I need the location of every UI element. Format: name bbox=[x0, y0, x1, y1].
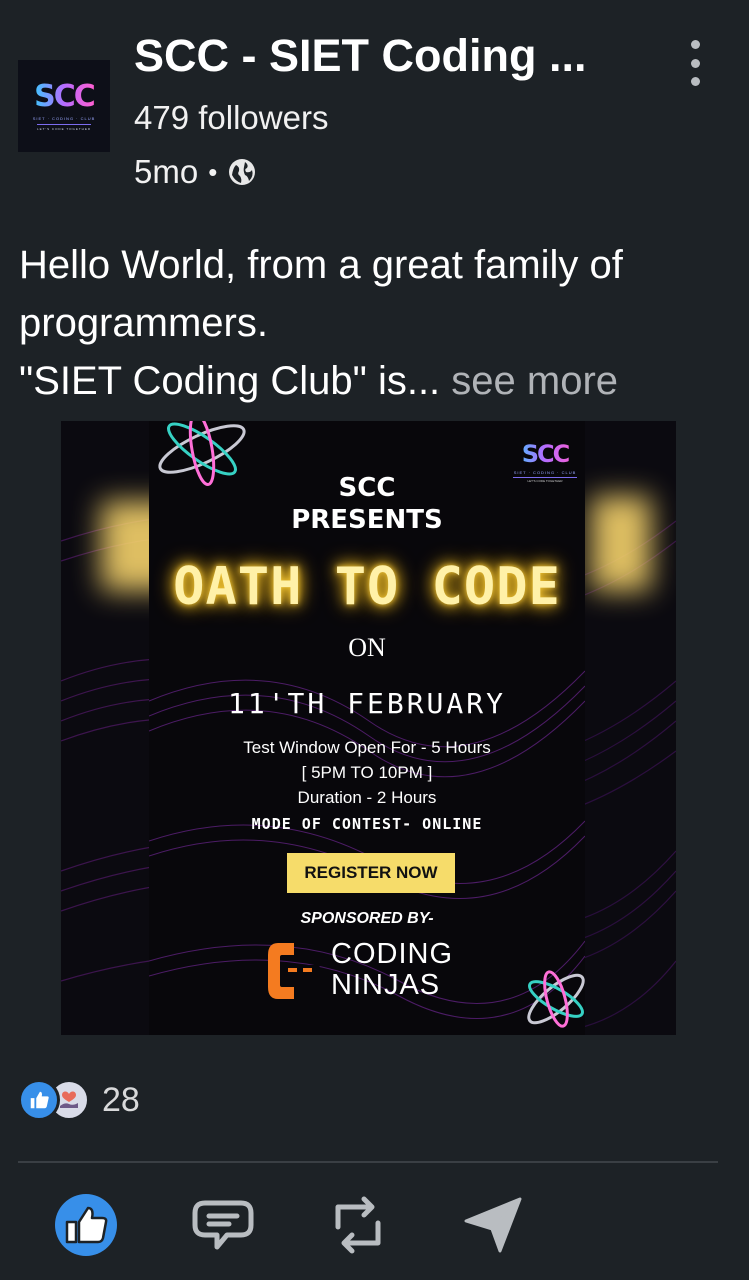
repost-icon bbox=[335, 1196, 381, 1254]
poster-line-scc: SCC bbox=[338, 473, 396, 503]
post-text-line: Hello World, from a great family of bbox=[19, 243, 623, 287]
sponsor-name-line: NINJAS bbox=[331, 969, 441, 1001]
post-time: 5mo bbox=[134, 153, 199, 190]
post-text-last-line: "SIET Coding Club" is... see more bbox=[19, 352, 731, 410]
poster-line-presents: PRESENTS bbox=[291, 505, 443, 535]
poster-hours: [ 5PM TO 10PM ] bbox=[301, 763, 433, 782]
logo-tagline: LET'S CODE TOGETHER bbox=[37, 123, 91, 131]
like-reaction-icon bbox=[18, 1079, 60, 1121]
poster-on: ON bbox=[348, 633, 386, 662]
meta-separator: • bbox=[208, 157, 218, 187]
poster-logo-mark: SCC bbox=[513, 441, 577, 467]
thumbs-up-icon bbox=[55, 1194, 117, 1256]
poster-test-window: Test Window Open For - 5 Hours bbox=[243, 738, 491, 757]
poster-deco-bottom bbox=[527, 970, 585, 1028]
poster-register-button: REGISTER NOW bbox=[287, 853, 455, 893]
linkedin-post: SCC SIET · CODING · CLUB LET'S CODE TOGE… bbox=[0, 0, 749, 1280]
sponsor-name-line: CODING bbox=[331, 938, 453, 970]
reaction-count: 28 bbox=[102, 1080, 140, 1119]
follower-count: 479 followers bbox=[134, 99, 329, 136]
logo-subtitle: SIET · CODING · CLUB bbox=[32, 115, 96, 121]
send-button[interactable] bbox=[458, 1190, 528, 1260]
post-text-line: programmers. bbox=[19, 301, 268, 345]
see-more-link[interactable]: see more bbox=[440, 359, 618, 403]
poster-date: 11'TH FEBRUARY bbox=[227, 687, 506, 720]
logo-mark: SCC bbox=[34, 78, 96, 114]
coding-ninjas-logo-icon bbox=[268, 943, 320, 999]
organization-avatar[interactable]: SCC SIET · CODING · CLUB LET'S CODE TOGE… bbox=[18, 60, 110, 152]
post-text-line: "SIET Coding Club" is... bbox=[19, 359, 441, 403]
repost-button[interactable] bbox=[323, 1190, 393, 1260]
poster-duration: Duration - 2 Hours bbox=[297, 788, 437, 807]
poster-sponsored-by: SPONSORED BY- bbox=[300, 910, 434, 927]
send-icon bbox=[464, 1197, 522, 1253]
poster-mode: MODE OF CONTEST- ONLINE bbox=[251, 815, 483, 833]
comment-icon bbox=[192, 1200, 254, 1250]
poster-glow-right bbox=[591, 496, 651, 591]
more-vertical-icon[interactable] bbox=[683, 40, 707, 86]
post-action-bar bbox=[0, 1180, 749, 1270]
reactions-summary[interactable]: 28 bbox=[18, 1076, 140, 1124]
poster-title: OATH TO CODE bbox=[173, 557, 561, 617]
post-body: Hello World, from a great family of prog… bbox=[19, 236, 731, 410]
post-image[interactable]: SCC SIET · CODING · CLUB LET'S CODE TOGE… bbox=[61, 421, 676, 1035]
organization-name[interactable]: SCC - SIET Coding ... bbox=[134, 28, 654, 84]
sponsor-name: CODING NINJAS bbox=[331, 939, 453, 1001]
divider bbox=[18, 1161, 718, 1163]
post-meta: 5mo • bbox=[134, 150, 257, 194]
globe-icon bbox=[229, 159, 256, 185]
like-button[interactable] bbox=[51, 1190, 121, 1260]
comment-button[interactable] bbox=[188, 1190, 258, 1260]
